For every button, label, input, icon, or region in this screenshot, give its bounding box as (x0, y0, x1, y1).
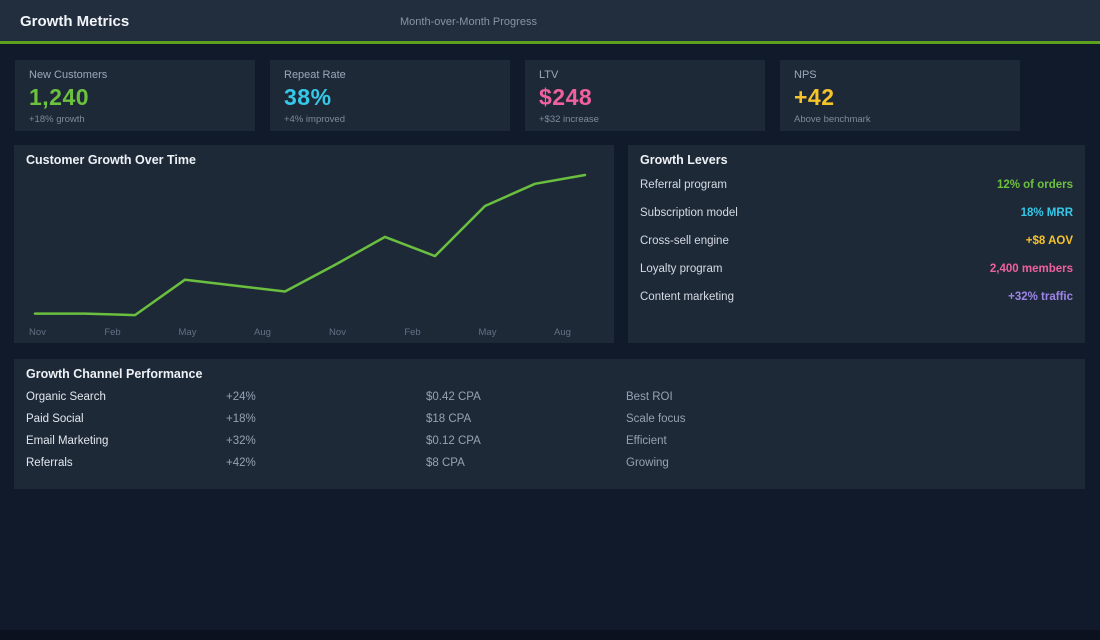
chart-title: Customer Growth Over Time (26, 153, 196, 167)
page-title: Growth Metrics (20, 0, 129, 44)
header-bar: Growth Metrics Month-over-Month Progress (0, 0, 1100, 44)
channel-note: Growing (626, 457, 1073, 469)
x-tick-label: Aug (554, 327, 571, 338)
x-tick-label: May (179, 327, 197, 338)
channel-name: Email Marketing (26, 435, 226, 447)
kpi-value: $248 (539, 84, 751, 111)
lever-value: +$8 AOV (1026, 235, 1073, 247)
channel-name: Paid Social (26, 413, 226, 425)
channel-growth: +32% (226, 435, 426, 447)
channel-cpa: $18 CPA (426, 413, 626, 425)
levers-title: Growth Levers (640, 153, 728, 167)
channel-note: Efficient (626, 435, 1073, 447)
page-subtitle: Month-over-Month Progress (400, 0, 537, 44)
levers-list: Referral program 12% of orders Subscriptio… (640, 171, 1073, 311)
kpi-label: New Customers (29, 69, 241, 81)
table-row: Paid Social+18%$18 CPAScale focus (26, 408, 1073, 430)
table-row: Organic Search+24%$0.42 CPABest ROI (26, 386, 1073, 408)
kpi-label: LTV (539, 69, 751, 81)
channel-performance-card: Growth Channel Performance Organic Searc… (14, 359, 1085, 489)
lever-label: Referral program (640, 179, 727, 191)
lever-value: 2,400 members (990, 263, 1073, 275)
kpi-value: 1,240 (29, 84, 241, 111)
channel-name: Organic Search (26, 391, 226, 403)
x-tick-label: Feb (404, 327, 420, 338)
growth-levers-card: Growth Levers Referral program 12% of ord… (628, 145, 1085, 343)
lever-row: Content marketing +32% traffic (640, 283, 1073, 311)
lever-value: 18% MRR (1021, 207, 1073, 219)
table-title: Growth Channel Performance (26, 367, 202, 381)
lever-value: 12% of orders (997, 179, 1073, 191)
line-chart (14, 145, 614, 343)
x-tick-label: Feb (104, 327, 120, 338)
kpi-card-new-customers: New Customers 1,240 +18% growth (15, 60, 255, 131)
x-tick-label: May (479, 327, 497, 338)
lever-row: Cross-sell engine +$8 AOV (640, 227, 1073, 255)
kpi-value: 38% (284, 84, 496, 111)
lever-row: Subscription model 18% MRR (640, 199, 1073, 227)
customer-growth-chart-card: Customer Growth Over Time Nov Feb May Aug No… (14, 145, 614, 343)
kpi-label: Repeat Rate (284, 69, 496, 81)
channel-growth: +42% (226, 457, 426, 469)
channel-growth: +18% (226, 413, 426, 425)
kpi-card-ltv: LTV $248 +$32 increase (525, 60, 765, 131)
kpi-sub: +$32 increase (539, 114, 751, 125)
channel-name: Referrals (26, 457, 226, 469)
table-row: Email Marketing+32%$0.12 CPAEfficient (26, 430, 1073, 452)
channel-growth: +24% (226, 391, 426, 403)
channel-table: Organic Search+24%$0.42 CPABest ROIPaid … (26, 386, 1073, 474)
x-tick-label: Nov (329, 327, 346, 338)
lever-label: Cross-sell engine (640, 235, 729, 247)
kpi-label: NPS (794, 69, 1006, 81)
kpi-sub: +18% growth (29, 114, 241, 125)
channel-cpa: $8 CPA (426, 457, 626, 469)
lever-row: Referral program 12% of orders (640, 171, 1073, 199)
kpi-sub: Above benchmark (794, 114, 1006, 125)
channel-note: Scale focus (626, 413, 1073, 425)
channel-cpa: $0.42 CPA (426, 391, 626, 403)
x-tick-label: Nov (29, 327, 46, 338)
kpi-card-nps: NPS +42 Above benchmark (780, 60, 1020, 131)
kpi-sub: +4% improved (284, 114, 496, 125)
lever-value: +32% traffic (1008, 291, 1073, 303)
channel-note: Best ROI (626, 391, 1073, 403)
dashboard: Growth Metrics Month-over-Month Progress… (0, 0, 1100, 640)
lever-label: Content marketing (640, 291, 734, 303)
kpi-value: +42 (794, 84, 1006, 111)
lever-label: Loyalty program (640, 263, 722, 275)
table-row: Referrals+42%$8 CPAGrowing (26, 452, 1073, 474)
channel-cpa: $0.12 CPA (426, 435, 626, 447)
lever-label: Subscription model (640, 207, 738, 219)
footer-strip (0, 630, 1100, 640)
growth-line-series (35, 175, 585, 315)
kpi-card-repeat-rate: Repeat Rate 38% +4% improved (270, 60, 510, 131)
lever-row: Loyalty program 2,400 members (640, 255, 1073, 283)
x-tick-label: Aug (254, 327, 271, 338)
